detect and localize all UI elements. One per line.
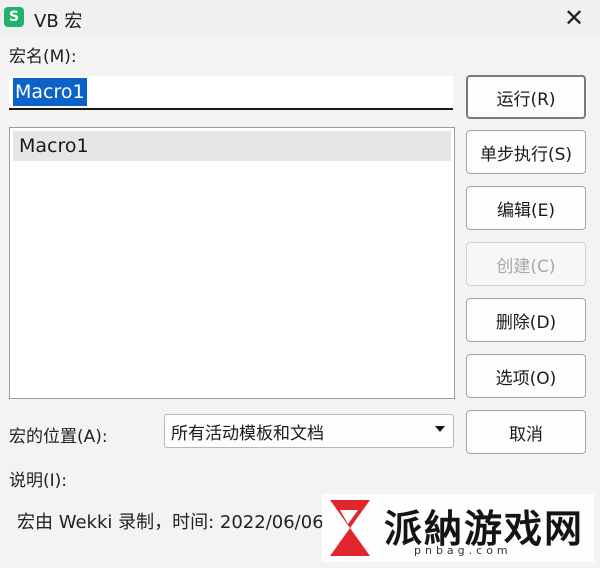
dropdown-arrow-icon — [435, 426, 445, 432]
macro-location-label: 宏的位置(A): — [9, 427, 108, 447]
window-title: VB 宏 — [34, 11, 83, 32]
description-label: 说明(I): — [9, 471, 68, 491]
cancel-button[interactable]: 取消 — [466, 410, 586, 454]
watermark-logo-icon — [330, 500, 370, 556]
list-item[interactable]: Macro1 — [13, 131, 451, 161]
run-button[interactable]: 运行(R) — [466, 75, 586, 119]
close-button[interactable]: ✕ — [560, 4, 588, 32]
create-button: 创建(C) — [466, 242, 586, 286]
macro-location-value: 所有活动模板和文档 — [171, 423, 324, 444]
macro-name-value: Macro1 — [13, 78, 87, 106]
edit-button[interactable]: 编辑(E) — [466, 186, 586, 230]
delete-button[interactable]: 删除(D) — [466, 298, 586, 342]
app-icon: S — [4, 7, 24, 27]
description-text: 宏由 Wekki 录制，时间: 2022/06/06 — [17, 512, 324, 533]
macro-location-select[interactable]: 所有活动模板和文档 — [164, 414, 454, 448]
step-into-button[interactable]: 单步执行(S) — [466, 130, 586, 174]
macro-name-label: 宏名(M): — [9, 47, 77, 67]
macro-name-input[interactable]: Macro1 — [9, 76, 453, 110]
watermark: 派納游戏网 pnbag.com — [322, 494, 594, 562]
macro-list[interactable]: Macro1 — [9, 127, 455, 399]
close-icon: ✕ — [563, 4, 585, 32]
options-button[interactable]: 选项(O) — [466, 354, 586, 398]
watermark-url: pnbag.com — [414, 544, 512, 557]
title-bar: S VB 宏 ✕ — [0, 0, 600, 38]
